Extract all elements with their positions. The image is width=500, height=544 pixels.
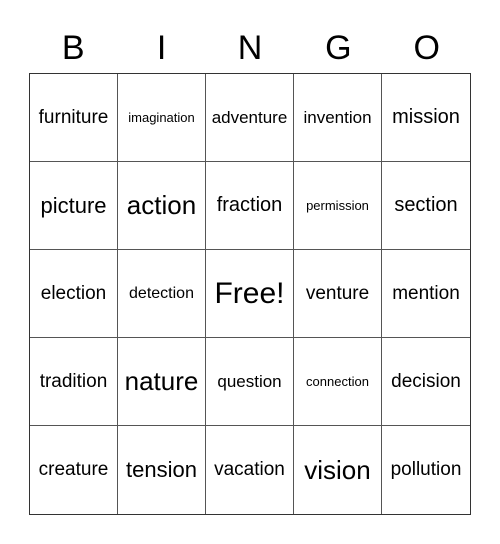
bingo-header: B I N G O <box>29 26 471 70</box>
bingo-cell[interactable]: tension <box>118 426 206 514</box>
bingo-cell[interactable]: mention <box>382 250 470 338</box>
bingo-grid: furniture imagination adventure inventio… <box>29 73 471 515</box>
bingo-cell[interactable]: vacation <box>206 426 294 514</box>
header-letter-b: B <box>61 29 85 67</box>
bingo-cell[interactable]: permission <box>294 162 382 250</box>
bingo-cell[interactable]: creature <box>30 426 118 514</box>
bingo-cell[interactable]: adventure <box>206 74 294 162</box>
bingo-cell[interactable]: fraction <box>206 162 294 250</box>
bingo-cell[interactable]: picture <box>30 162 118 250</box>
bingo-cell[interactable]: election <box>30 250 118 338</box>
bingo-cell[interactable]: detection <box>118 250 206 338</box>
bingo-cell[interactable]: action <box>118 162 206 250</box>
bingo-cell[interactable]: venture <box>294 250 382 338</box>
bingo-cell[interactable]: invention <box>294 74 382 162</box>
header-letter-o: O <box>413 29 440 67</box>
bingo-cell[interactable]: question <box>206 338 294 426</box>
bingo-cell[interactable]: furniture <box>30 74 118 162</box>
bingo-cell[interactable]: pollution <box>382 426 470 514</box>
header-letter-n: N <box>237 29 263 67</box>
bingo-cell[interactable]: section <box>382 162 470 250</box>
bingo-cell[interactable]: imagination <box>118 74 206 162</box>
header-letter-g: G <box>325 29 352 67</box>
bingo-cell[interactable]: vision <box>294 426 382 514</box>
bingo-cell[interactable]: nature <box>118 338 206 426</box>
bingo-cell[interactable]: decision <box>382 338 470 426</box>
bingo-cell[interactable]: mission <box>382 74 470 162</box>
bingo-cell[interactable]: tradition <box>30 338 118 426</box>
bingo-cell[interactable]: connection <box>294 338 382 426</box>
free-space-cell[interactable]: Free! <box>206 250 294 338</box>
header-letter-i: I <box>156 29 167 67</box>
